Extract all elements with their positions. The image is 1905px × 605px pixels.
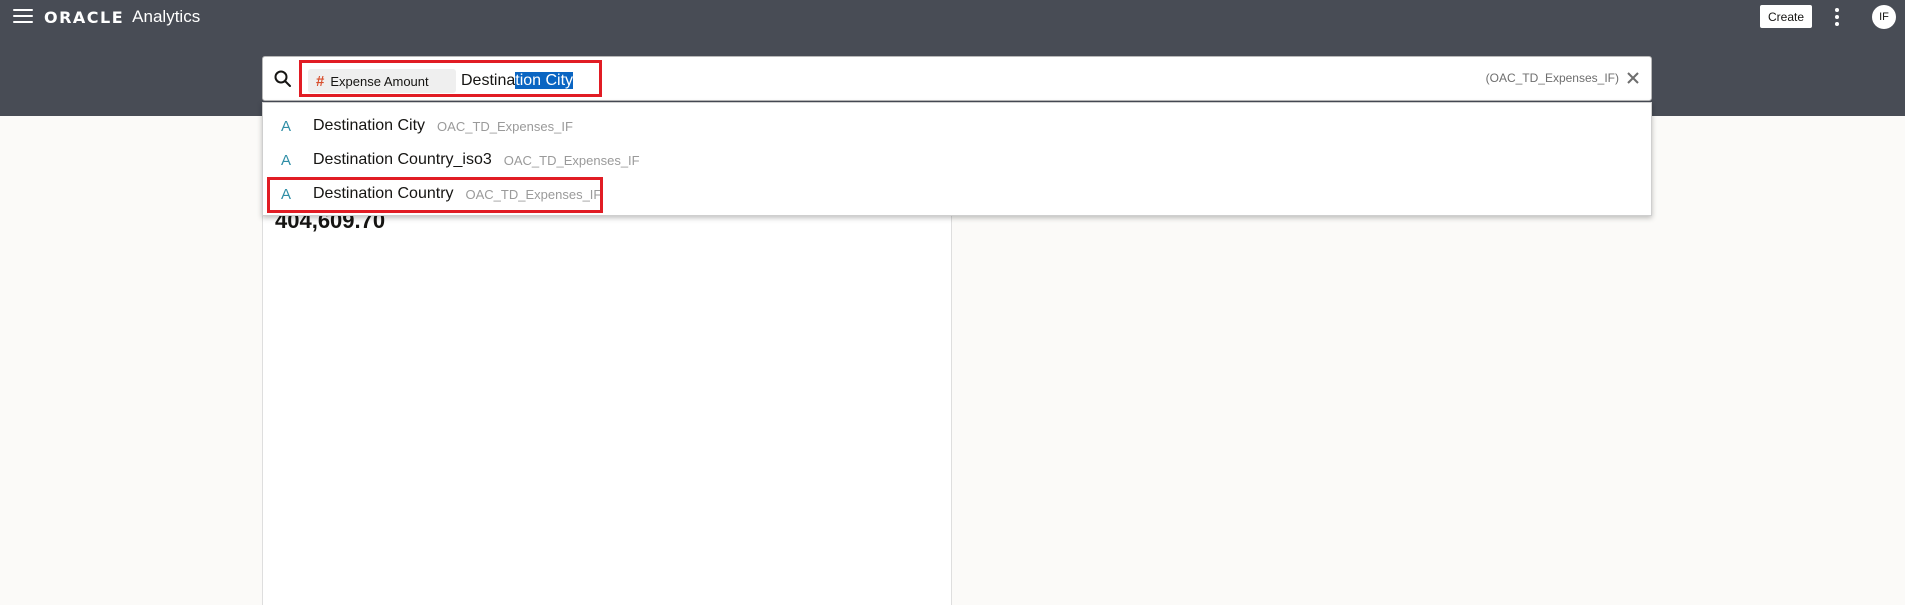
search-bar[interactable]: # Expense Amount Destination City (OAC_T… [262,56,1652,101]
suggestion-destination-city[interactable]: A Destination City OAC_TD_Expenses_IF [263,109,1651,143]
user-avatar[interactable]: IF [1872,5,1896,29]
suggestion-destination-country-iso3[interactable]: A Destination Country_iso3 OAC_TD_Expens… [263,143,1651,177]
subject-area-label: (OAC_TD_Expenses_IF) [1485,71,1619,85]
suggestion-source: OAC_TD_Expenses_IF [437,118,573,134]
search-highlight-box [299,60,602,97]
attribute-icon: A [281,151,292,169]
search-icon [274,70,291,87]
suggestion-name: Destination City [313,117,426,134]
close-icon[interactable] [1625,70,1641,86]
suggestion-highlight-box [267,177,603,213]
logo-analytics-text: Analytics [132,7,201,26]
attribute-icon: A [281,117,292,135]
suggestion-dropdown: A Destination City OAC_TD_Expenses_IF A … [262,102,1652,216]
oracle-analytics-logo: ORACLE Analytics [44,7,200,27]
hamburger-menu-icon[interactable] [13,9,33,25]
logo-oracle-text: ORACLE [44,7,125,27]
suggestion-source: OAC_TD_Expenses_IF [503,152,640,168]
create-button[interactable]: Create [1760,5,1812,28]
more-options-icon[interactable] [1834,8,1840,26]
suggestion-name: Destination Country_iso3 [313,151,492,168]
